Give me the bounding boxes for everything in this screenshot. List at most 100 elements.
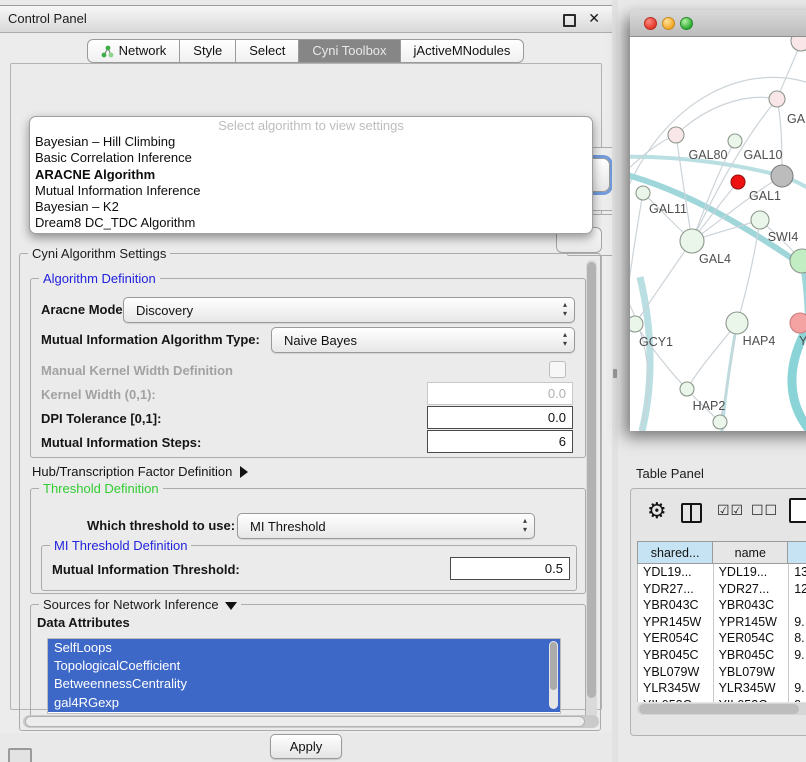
- table-panel-window: ⚙ ☑☑ ☐☐ shared... name YDL19...YDL19...1…: [630, 488, 806, 736]
- mi-type-label: Mutual Information Algorithm Type:: [41, 332, 260, 347]
- data-attributes-list[interactable]: SelfLoopsTopologicalCoefficientBetweenne…: [47, 638, 561, 714]
- settings-vertical-scrollbar[interactable]: [586, 260, 597, 722]
- minimize-traffic-light-icon[interactable]: [662, 17, 675, 30]
- close-icon[interactable]: ✕: [588, 10, 600, 27]
- splitter-handle-icon[interactable]: [613, 369, 617, 378]
- network-node[interactable]: [713, 415, 727, 429]
- algorithm-definition-group: Algorithm Definition Aracne Mode: Discov…: [30, 278, 586, 458]
- algorithm-option[interactable]: Dream8 DC_TDC Algorithm: [30, 215, 592, 231]
- network-node[interactable]: [751, 211, 769, 229]
- mi-type-combo[interactable]: Naive Bayes ▴▾: [271, 327, 575, 353]
- table-row[interactable]: YDL19...YDL19...13: [638, 564, 806, 581]
- network-node[interactable]: [769, 91, 785, 107]
- algorithm-option[interactable]: ARACNE Algorithm: [30, 167, 592, 183]
- table-row[interactable]: YER054CYER054C8.: [638, 630, 806, 647]
- scrollbar-thumb[interactable]: [550, 642, 557, 690]
- table-row[interactable]: YDR27...YDR27...12: [638, 581, 806, 598]
- tab-select[interactable]: Select: [235, 39, 299, 63]
- kernel-width-label: Kernel Width (0,1):: [41, 387, 156, 402]
- aracne-mode-combo[interactable]: Discovery ▴▾: [123, 297, 575, 323]
- table-horizontal-scrollbar[interactable]: [637, 703, 806, 715]
- cyni-toolbox-panel: Select algorithm to view settings Bayesi…: [10, 63, 602, 710]
- scrollbar-thumb[interactable]: [587, 262, 596, 698]
- combo-value: Naive Bayes: [284, 333, 357, 348]
- settings-horizontal-scrollbar[interactable]: [23, 715, 599, 728]
- network-node[interactable]: [726, 312, 748, 334]
- algorithm-option[interactable]: Mutual Information Inference: [30, 183, 592, 199]
- apply-button-label: Apply: [290, 739, 323, 754]
- data-attribute-item[interactable]: SelfLoops: [48, 639, 560, 657]
- node-label: GAL80: [689, 148, 728, 162]
- scrollbar-thumb[interactable]: [25, 716, 585, 727]
- select-all-checkboxes-icon[interactable]: ☑☑: [717, 502, 744, 519]
- column-header-shared-name[interactable]: shared...: [638, 542, 713, 563]
- tab-cyni-toolbox[interactable]: Cyni Toolbox: [298, 39, 400, 63]
- network-node[interactable]: [731, 175, 745, 189]
- hub-definition-expander[interactable]: Hub/Transcription Factor Definition: [32, 464, 248, 479]
- float-window-icon[interactable]: [563, 14, 576, 27]
- table-row[interactable]: YIL052CYIL052C9: [638, 697, 806, 702]
- data-attribute-item[interactable]: gal4RGexp: [48, 694, 560, 712]
- network-node[interactable]: [790, 313, 806, 333]
- node-label: GAL4: [699, 252, 731, 266]
- scrollbar-thumb[interactable]: [639, 704, 799, 714]
- network-node[interactable]: [680, 382, 694, 396]
- algorithm-option[interactable]: Basic Correlation Inference: [30, 150, 592, 166]
- which-threshold-combo[interactable]: MI Threshold ▴▾: [237, 513, 535, 539]
- mi-threshold-field[interactable]: 0.5: [450, 557, 570, 580]
- table-cell: YIL052C: [638, 697, 714, 702]
- table-cell: YPR145W: [638, 614, 714, 631]
- network-node[interactable]: [636, 186, 650, 200]
- network-node[interactable]: [630, 316, 643, 332]
- tab-style[interactable]: Style: [179, 39, 236, 63]
- combo-arrows-icon: ▴▾: [563, 330, 567, 348]
- collapse-down-icon: [225, 602, 237, 610]
- mi-steps-field[interactable]: 6: [427, 430, 573, 453]
- sources-group-title[interactable]: Sources for Network Inference: [39, 597, 241, 612]
- table-row[interactable]: YLR345WYLR345W9.: [638, 680, 806, 697]
- data-attribute-item[interactable]: TopologicalCoefficient: [48, 657, 560, 675]
- new-table-icon[interactable]: [789, 498, 806, 523]
- mi-steps-label: Mutual Information Steps:: [41, 435, 201, 450]
- attribute-list-scrollbar[interactable]: [549, 641, 558, 709]
- tab-label: jActiveMNodules: [414, 43, 511, 59]
- combo-arrows-icon: ▴▾: [523, 516, 527, 534]
- table-body[interactable]: YDL19...YDL19...13YDR27...YDR27...12YBR0…: [637, 564, 806, 702]
- network-window-titlebar: [630, 10, 806, 37]
- table-row[interactable]: YBR043CYBR043C: [638, 597, 806, 614]
- apply-button[interactable]: Apply: [270, 734, 342, 759]
- tab-network[interactable]: Network: [87, 39, 181, 63]
- table-cell: 9.: [789, 614, 806, 631]
- table-row[interactable]: YBR045CYBR045C9.: [638, 647, 806, 664]
- kernel-width-field[interactable]: 0.0: [427, 382, 573, 405]
- network-node[interactable]: [680, 229, 704, 253]
- table-cell: YER054C: [638, 630, 714, 647]
- network-node[interactable]: [790, 249, 806, 273]
- dropdown-placeholder: Select algorithm to view settings: [30, 118, 592, 134]
- algorithm-option[interactable]: Bayesian – Hill Climbing: [30, 134, 592, 150]
- table-cell: 9.: [789, 647, 806, 664]
- deselect-all-checkboxes-icon[interactable]: ☐☐: [751, 502, 778, 519]
- zoom-traffic-light-icon[interactable]: [680, 17, 693, 30]
- which-threshold-label: Which threshold to use:: [87, 518, 235, 533]
- network-node[interactable]: [668, 127, 684, 143]
- network-node[interactable]: [728, 134, 742, 148]
- close-traffic-light-icon[interactable]: [644, 17, 657, 30]
- dpi-tolerance-field[interactable]: 0.0: [427, 406, 573, 429]
- column-header-partial[interactable]: [788, 542, 806, 563]
- column-header-name[interactable]: name: [713, 542, 788, 563]
- table-row[interactable]: YBL079WYBL079W: [638, 664, 806, 681]
- gear-icon[interactable]: ⚙: [647, 498, 667, 524]
- tab-jactivemnodules[interactable]: jActiveMNodules: [400, 39, 525, 63]
- algorithm-option[interactable]: Bayesian – K2: [30, 199, 592, 215]
- network-graph: GALGAL80GAL10GAL11GAL1SWI4GAL4GCY1HAP4YH…: [630, 37, 806, 431]
- minimized-panel-icon[interactable]: [8, 748, 32, 762]
- network-canvas[interactable]: GALGAL80GAL10GAL11GAL1SWI4GAL4GCY1HAP4YH…: [630, 37, 806, 431]
- network-node[interactable]: [771, 165, 793, 187]
- table-cell: YDR27...: [714, 581, 790, 598]
- manual-kernel-checkbox[interactable]: [549, 361, 566, 378]
- network-node[interactable]: [791, 37, 806, 51]
- data-attribute-item[interactable]: BetweennessCentrality: [48, 675, 560, 693]
- table-row[interactable]: YPR145WYPR145W9.: [638, 614, 806, 631]
- columns-icon[interactable]: [681, 503, 702, 523]
